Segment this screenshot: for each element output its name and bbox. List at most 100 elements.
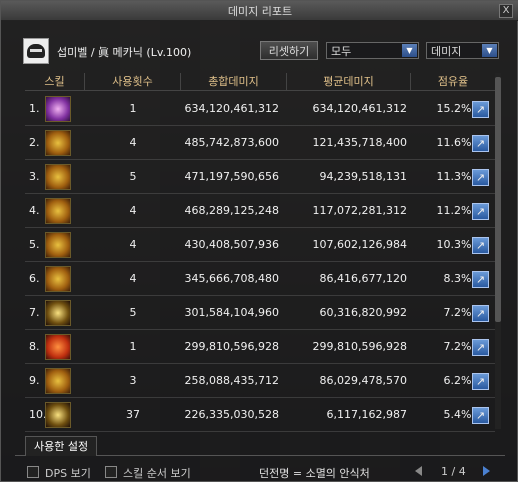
row-count: 4 [129, 238, 137, 251]
character-avatar [23, 38, 49, 64]
tab-used-settings[interactable]: 사용한 설정 [25, 436, 98, 456]
table-row: 9. 3 258,088,435,712 86,029,478,570 6.2% ↗ [25, 364, 495, 398]
skill-icon [45, 402, 71, 428]
table-row: 7. 5 301,584,104,960 60,316,820,992 7.2% ↗ [25, 296, 495, 330]
row-rank: 9. [29, 374, 40, 387]
row-avg-damage: 299,810,596,928 [312, 340, 407, 353]
share-icon[interactable]: ↗ [472, 373, 489, 390]
skill-table: 1. 1 634,120,461,312 634,120,461,312 15.2% ↗ 2… [25, 92, 495, 432]
share-icon[interactable]: ↗ [472, 339, 489, 356]
page-next-icon[interactable] [483, 466, 490, 476]
window-title: 데미지 리포트 [227, 4, 293, 18]
row-avg-damage: 60,316,820,992 [319, 306, 407, 319]
sort-select-value: 데미지 [431, 44, 462, 58]
share-icon[interactable]: ↗ [472, 203, 489, 220]
mask-icon [27, 44, 45, 58]
row-avg-damage: 634,120,461,312 [312, 102, 407, 115]
table-row: 6. 4 345,666,708,480 86,416,677,120 8.3% ↗ [25, 262, 495, 296]
chevron-down-icon[interactable]: ▼ [402, 44, 417, 57]
row-count: 5 [129, 306, 137, 319]
row-percent-sign: % [461, 170, 472, 183]
skill-icon [45, 198, 71, 224]
sort-select[interactable]: 데미지 ▼ [426, 42, 499, 59]
table-row: 4. 4 468,289,125,248 117,072,281,312 11.2% ↗ [25, 194, 495, 228]
table-row: 1. 1 634,120,461,312 634,120,461,312 15.2% ↗ [25, 92, 495, 126]
row-rank: 3. [29, 170, 40, 183]
share-icon[interactable]: ↗ [472, 271, 489, 288]
table-row: 8. 1 299,810,596,928 299,810,596,928 7.2% ↗ [25, 330, 495, 364]
tab-bar: 사용한 설정 [15, 434, 505, 456]
reset-button[interactable]: 리셋하기 [260, 41, 318, 60]
row-share: 6.2 [443, 374, 462, 387]
close-button[interactable]: X [499, 4, 513, 18]
row-percent-sign: % [461, 374, 472, 387]
header-share: 점유율 [437, 75, 469, 88]
table-header: 스킬 사용횟수 총합데미지 평균데미지 점유율 [25, 73, 495, 91]
row-percent-sign: % [461, 204, 472, 217]
row-share: 11.6 [436, 136, 462, 149]
row-percent-sign: % [461, 102, 472, 115]
row-count: 1 [129, 340, 137, 353]
skill-icon [45, 334, 71, 360]
row-share: 10.3 [436, 238, 462, 251]
share-icon[interactable]: ↗ [472, 169, 489, 186]
row-count: 37 [126, 408, 140, 421]
page-prev-icon[interactable] [415, 466, 422, 476]
skill-order-checkbox[interactable] [105, 466, 117, 478]
row-total-damage: 258,088,435,712 [184, 374, 279, 387]
row-total-damage: 299,810,596,928 [184, 340, 279, 353]
row-share: 15.2 [436, 102, 462, 115]
row-percent-sign: % [461, 306, 472, 319]
row-count: 3 [129, 374, 137, 387]
row-share: 11.2 [436, 204, 462, 217]
header-skill: 스킬 [25, 73, 85, 90]
row-count: 4 [129, 272, 137, 285]
row-avg-damage: 117,072,281,312 [312, 204, 407, 217]
row-rank: 2. [29, 136, 40, 149]
row-total-damage: 430,408,507,936 [184, 238, 279, 251]
filter-select-value: 모두 [331, 44, 352, 58]
scrollbar-thumb[interactable] [495, 77, 501, 322]
row-avg-damage: 6,117,162,987 [326, 408, 407, 421]
share-icon[interactable]: ↗ [472, 305, 489, 322]
skill-icon [45, 164, 71, 190]
row-count: 4 [129, 204, 137, 217]
row-total-damage: 471,197,590,656 [184, 170, 279, 183]
row-avg-damage: 107,602,126,984 [312, 238, 407, 251]
skill-icon [45, 266, 71, 292]
footer: DPS 보기 스킬 순서 보기 던전명 = 소멸의 안식처 1 / 4 [1, 461, 518, 482]
row-rank: 5. [29, 238, 40, 251]
row-total-damage: 226,335,030,528 [184, 408, 279, 421]
row-count: 1 [129, 102, 137, 115]
row-share: 8.3 [443, 272, 462, 285]
header-total: 총합데미지 [181, 73, 287, 90]
dps-checkbox-label: DPS 보기 [45, 467, 91, 480]
row-share: 7.2 [443, 306, 462, 319]
row-total-damage: 468,289,125,248 [184, 204, 279, 217]
skill-icon [45, 368, 71, 394]
row-avg-damage: 94,239,518,131 [319, 170, 407, 183]
row-avg-damage: 86,029,478,570 [319, 374, 407, 387]
row-total-damage: 485,742,873,600 [184, 136, 279, 149]
chevron-down-icon[interactable]: ▼ [482, 44, 497, 57]
share-icon[interactable]: ↗ [472, 407, 489, 424]
row-share: 11.3 [436, 170, 462, 183]
row-count: 5 [129, 170, 137, 183]
row-share: 5.4 [443, 408, 462, 421]
row-avg-damage: 121,435,718,400 [312, 136, 407, 149]
row-total-damage: 301,584,104,960 [184, 306, 279, 319]
share-icon[interactable]: ↗ [472, 135, 489, 152]
table-row: 5. 4 430,408,507,936 107,602,126,984 10.3% ↗ [25, 228, 495, 262]
row-rank: 1. [29, 102, 40, 115]
skill-icon [45, 300, 71, 326]
share-icon[interactable]: ↗ [472, 237, 489, 254]
title-bar[interactable]: 데미지 리포트 X [1, 1, 518, 21]
dungeon-name: 던전명 = 소멸의 안식처 [259, 467, 370, 480]
dps-checkbox[interactable] [27, 466, 39, 478]
share-icon[interactable]: ↗ [472, 101, 489, 118]
filter-select[interactable]: 모두 ▼ [326, 42, 419, 59]
row-rank: 7. [29, 306, 40, 319]
skill-icon [45, 232, 71, 258]
character-name: 섭미벨 / 眞 메카닉 (Lv.100) [57, 46, 192, 59]
row-percent-sign: % [461, 408, 472, 421]
